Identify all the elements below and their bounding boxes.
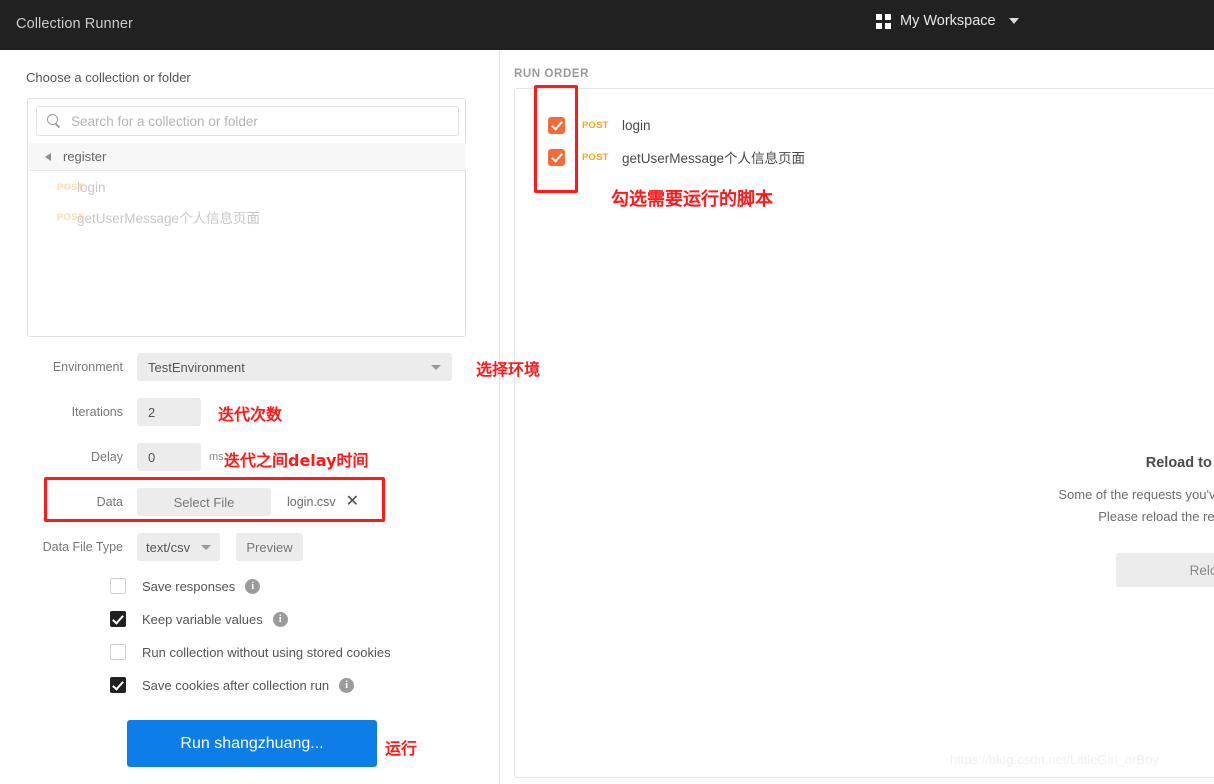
- request-list: POST login POST getUserMessage个人信息页面: [29, 172, 466, 232]
- chevron-down-icon: [431, 364, 441, 370]
- search-icon: [47, 114, 61, 128]
- delay-unit-label: ms: [209, 451, 224, 463]
- environment-row: Environment TestEnvironment: [27, 353, 452, 381]
- request-method: POST: [57, 181, 84, 193]
- run-order-heading: RUN ORDER: [514, 68, 590, 80]
- annotation-check-scripts: 勾选需要运行的脚本: [611, 189, 773, 210]
- data-file-type-value: text/csv: [146, 539, 191, 555]
- top-bar: Collection Runner My Workspace: [0, 0, 1214, 50]
- info-icon[interactable]: i: [339, 677, 355, 693]
- annotation-iteration-count: 迭代次数: [218, 405, 283, 424]
- request-name: getUserMessage个人信息页面: [622, 151, 806, 166]
- environment-value: TestEnvironment: [148, 359, 245, 375]
- checkbox-run-order-login[interactable]: [548, 116, 565, 134]
- checkbox-run-order-getusermessage[interactable]: [548, 148, 565, 166]
- request-method: POST: [582, 119, 609, 131]
- choose-collection-label: Choose a collection or folder: [26, 70, 191, 85]
- checkbox-keep-variable-values[interactable]: [110, 611, 126, 627]
- reload-description-line1: Some of the requests you've selected hav…: [1058, 487, 1214, 502]
- reload-notice: Reload to continue Some of the requests …: [1001, 455, 1214, 587]
- delay-input[interactable]: [137, 443, 201, 471]
- run-collection-button[interactable]: Run shangzhuang...: [127, 720, 377, 767]
- environment-select[interactable]: TestEnvironment: [137, 353, 452, 381]
- option-label: Run collection without using stored cook…: [142, 644, 391, 660]
- folder-name-label: register: [63, 149, 107, 164]
- search-box[interactable]: [36, 106, 459, 136]
- reload-button[interactable]: Reload: [1116, 553, 1214, 587]
- data-row: Data Select File login.csv ✕: [27, 488, 359, 516]
- data-file-type-row: Data File Type text/csv Preview: [27, 533, 303, 561]
- option-save-responses[interactable]: Save responses i: [110, 578, 261, 594]
- annotation-select-environment: 选择环境: [476, 360, 541, 379]
- search-input[interactable]: [71, 113, 441, 129]
- close-icon[interactable]: ✕: [346, 494, 359, 510]
- option-label: Keep variable values: [142, 611, 263, 627]
- collection-chooser-card: register POST login POST getUserMessage个…: [27, 98, 466, 337]
- delay-row: Delay ms: [27, 443, 224, 471]
- page-title: Collection Runner: [16, 16, 133, 32]
- request-name: getUserMessage个人信息页面: [77, 211, 261, 226]
- pane-divider: [499, 50, 500, 784]
- run-order-row-getusermessage[interactable]: POST getUserMessage个人信息页面: [515, 141, 1214, 173]
- folder-breadcrumb-register[interactable]: register: [29, 143, 466, 171]
- list-item[interactable]: POST getUserMessage个人信息页面: [29, 202, 466, 232]
- triangle-left-icon: [45, 152, 51, 161]
- collection-runner-window: Collection Runner My Workspace Choose a …: [0, 0, 1214, 784]
- option-run-without-cookies[interactable]: Run collection without using stored cook…: [110, 644, 391, 660]
- info-icon[interactable]: i: [272, 611, 288, 627]
- list-item[interactable]: POST login: [29, 172, 466, 202]
- info-icon[interactable]: i: [245, 578, 261, 594]
- chevron-down-icon: [201, 544, 211, 550]
- workspace-label: My Workspace: [900, 13, 996, 29]
- data-file-type-label: Data File Type: [42, 540, 123, 554]
- option-keep-variable-values[interactable]: Keep variable values i: [110, 611, 288, 627]
- data-label: Data: [96, 495, 123, 509]
- run-order-row-login[interactable]: POST login: [515, 109, 1214, 141]
- preview-button[interactable]: Preview: [236, 533, 303, 561]
- select-file-button[interactable]: Select File: [137, 488, 271, 516]
- annotation-run: 运行: [385, 739, 418, 758]
- chevron-down-icon: [1008, 18, 1019, 24]
- iterations-input[interactable]: [137, 398, 201, 426]
- environment-label: Environment: [52, 360, 123, 374]
- option-label: Save responses: [142, 578, 236, 594]
- iterations-label: Iterations: [71, 405, 123, 419]
- workspace-selector[interactable]: My Workspace: [876, 13, 1019, 29]
- data-file-type-select[interactable]: text/csv: [137, 533, 220, 561]
- request-method: POST: [57, 211, 84, 223]
- delay-label: Delay: [91, 450, 123, 464]
- grid-icon: [876, 13, 891, 29]
- checkbox-run-without-cookies[interactable]: [110, 644, 126, 660]
- reload-title: Reload to continue: [1145, 455, 1214, 471]
- checkbox-save-responses[interactable]: [110, 578, 126, 594]
- watermark: https://blog.csdn.net/LittleGirl_orBoy: [950, 752, 1159, 767]
- request-name: login: [622, 117, 651, 133]
- request-method: POST: [582, 151, 609, 163]
- reload-description-line2: Please reload the requests to continue.: [1098, 509, 1214, 524]
- option-save-cookies[interactable]: Save cookies after collection run i: [110, 677, 355, 693]
- annotation-delay-between: 迭代之间delay时间: [224, 451, 369, 470]
- request-name: login: [77, 179, 106, 195]
- iterations-row: Iterations: [27, 398, 201, 426]
- data-file-name: login.csv: [287, 495, 336, 509]
- option-label: Save cookies after collection run: [142, 677, 330, 693]
- checkbox-save-cookies[interactable]: [110, 677, 126, 693]
